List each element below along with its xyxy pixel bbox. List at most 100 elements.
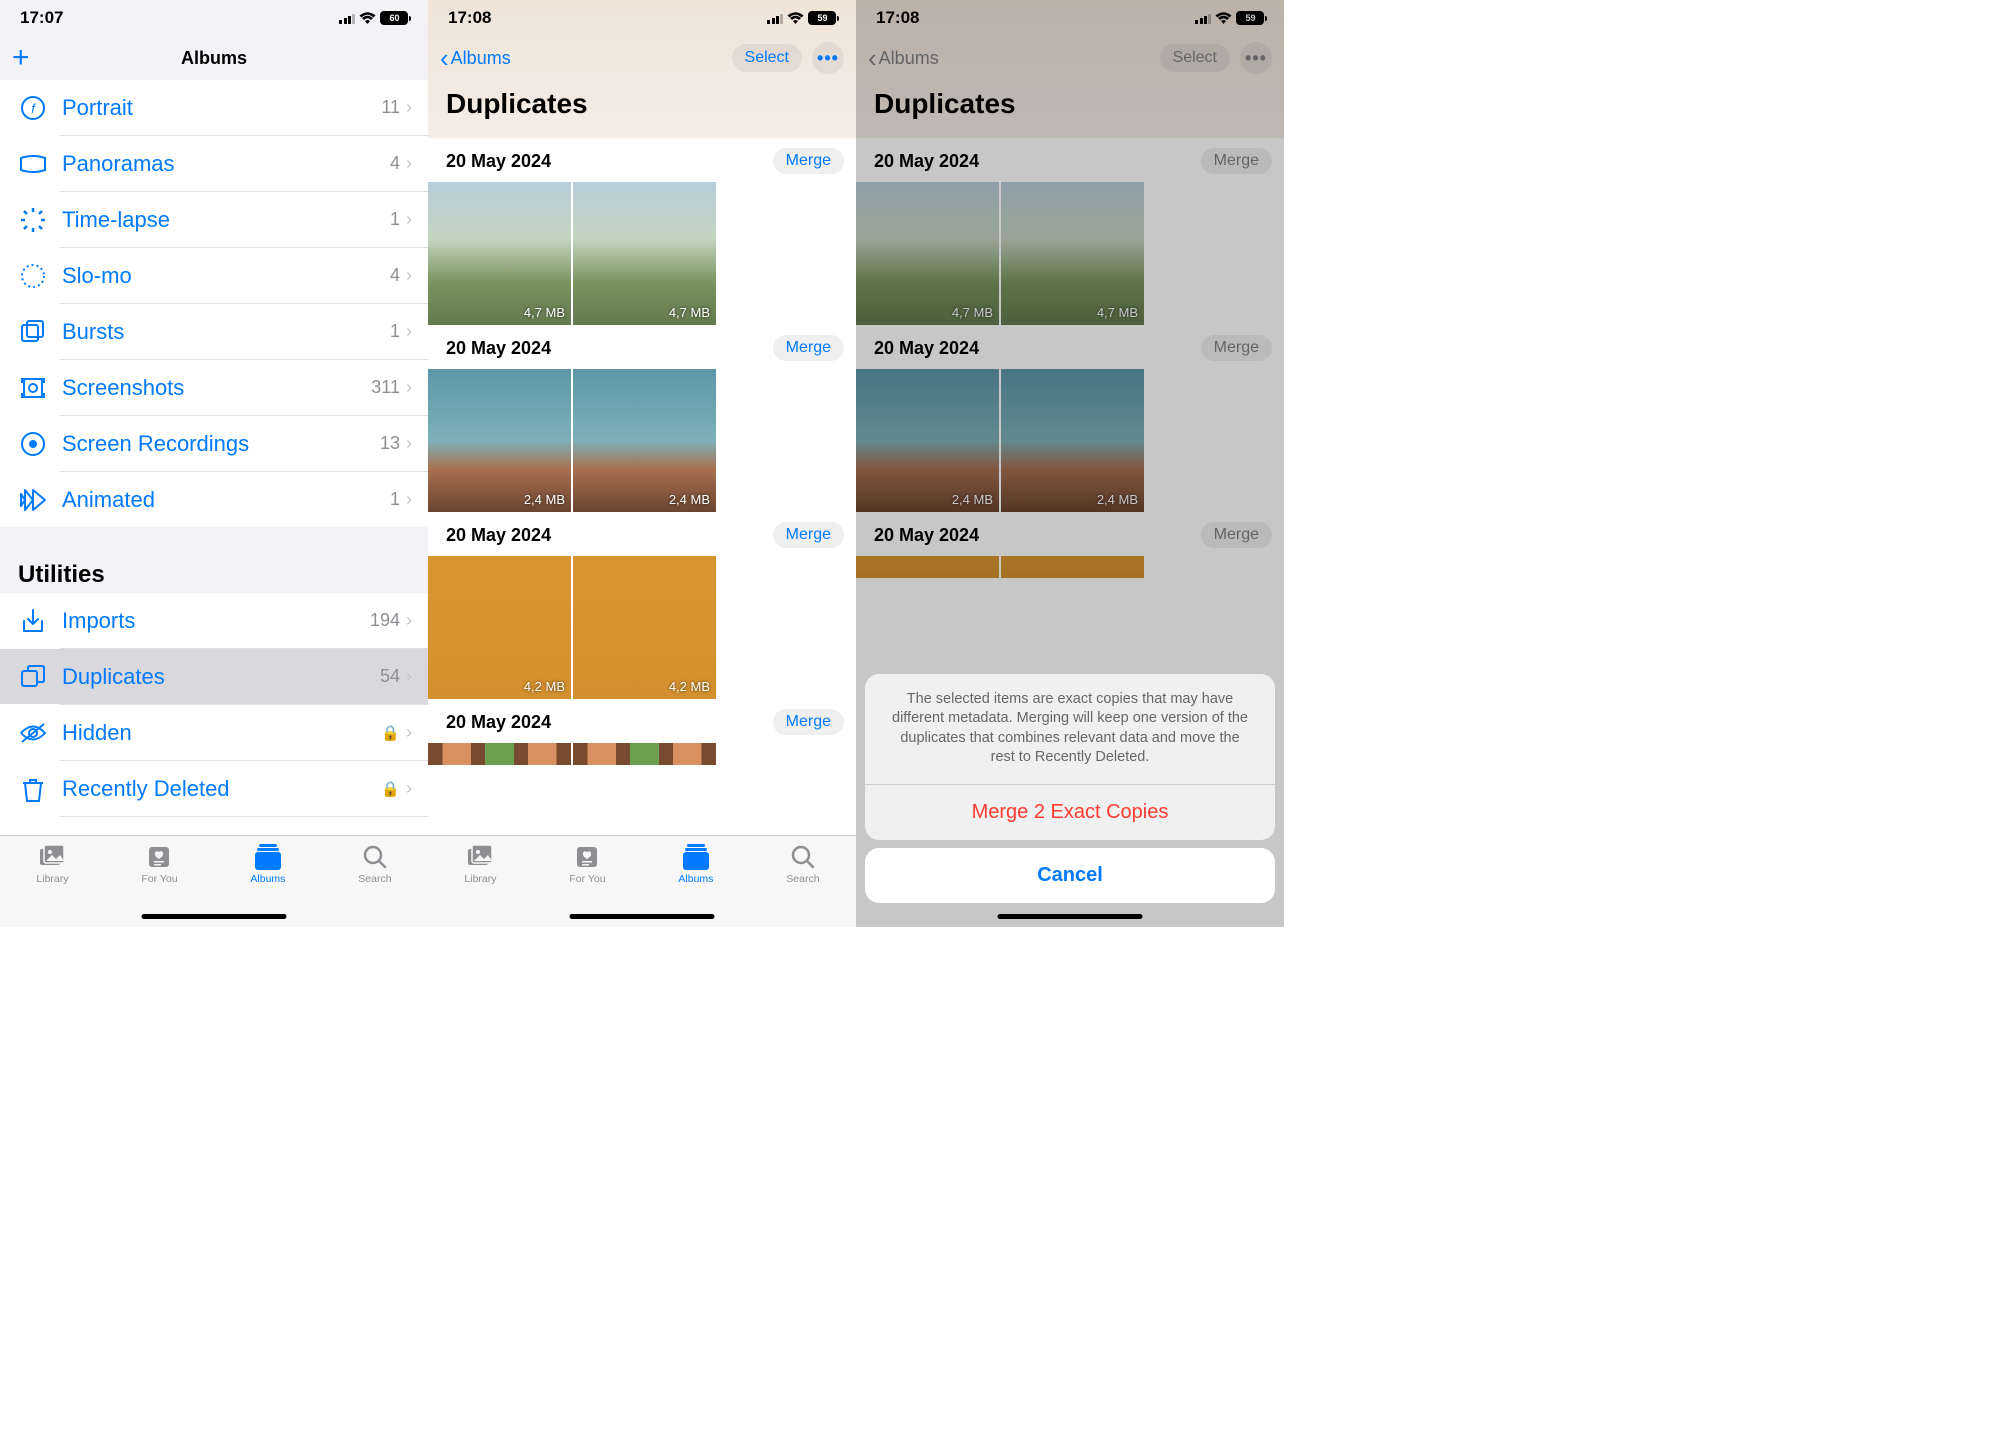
status-time: 17:07 (20, 8, 63, 28)
duplicate-groups[interactable]: 20 May 2024Merge4,7 MB4,7 MB20 May 2024M… (428, 138, 856, 835)
albums-icon (254, 844, 282, 870)
albums-list[interactable]: fPortrait11›Panoramas4›Time-lapse1›Slo-m… (0, 80, 428, 835)
tab-library[interactable]: Library (464, 844, 496, 927)
row-label: Slo-mo (62, 263, 390, 289)
album-row-animated[interactable]: Animated1› (0, 472, 428, 527)
chevron-right-icon: › (406, 209, 412, 230)
hidden-icon (18, 718, 48, 748)
duplicate-group: 20 May 2024 Merge 4,2 MB 4,2 MB (428, 512, 856, 699)
photo-thumbnail[interactable]: 4,2 MB (428, 556, 571, 699)
merge-button[interactable]: Merge (773, 522, 844, 548)
sheet-message: The selected items are exact copies that… (865, 674, 1275, 785)
duplicate-group: 20 May 2024Merge (428, 699, 856, 765)
row-label: Time-lapse (62, 207, 390, 233)
tab-bar: Library For You Albums Search (0, 835, 428, 927)
row-label: Imports (62, 608, 370, 634)
chevron-left-icon: ‹ (440, 45, 449, 71)
chevron-right-icon: › (406, 153, 412, 174)
screen-recordings-icon (18, 429, 48, 459)
merge-action-button[interactable]: Merge 2 Exact Copies (865, 785, 1275, 840)
cancel-button[interactable]: Cancel (865, 848, 1275, 903)
status-bar: 17:07 60 (0, 0, 428, 36)
duplicate-group: 20 May 2024 Merge 4,7 MB 4,7 MB (428, 138, 856, 325)
album-row-slo-mo[interactable]: Slo-mo4 › (0, 248, 428, 303)
home-indicator[interactable] (142, 914, 287, 919)
photo-thumbnail[interactable]: 2,4 MB (573, 369, 716, 512)
photo-thumbnail[interactable]: 4,7 MB (573, 182, 716, 325)
row-count: 1 (390, 209, 400, 230)
utility-row-imports[interactable]: Imports194 › (0, 593, 428, 648)
foryou-icon (573, 844, 601, 870)
screenshots-icon (18, 373, 48, 403)
photo-size: 4,7 MB (669, 305, 710, 320)
row-count: 194 (370, 610, 400, 631)
duplicates-icon (18, 662, 48, 692)
tab-search[interactable]: Search (786, 844, 819, 927)
group-date: 20 May 2024 (446, 525, 551, 546)
row-count: 1 (390, 489, 400, 510)
battery-icon: 60 (380, 11, 408, 25)
nav-bar: + Albums (0, 36, 428, 80)
lock-icon: 🔒 (381, 724, 400, 742)
panoramas-icon (18, 149, 48, 179)
utility-row-recently-deleted[interactable]: Recently Deleted🔒› (0, 761, 428, 816)
home-indicator[interactable] (570, 914, 715, 919)
cellular-icon (339, 13, 355, 24)
photo-size: 4,2 MB (669, 679, 710, 694)
more-button[interactable]: ••• (812, 42, 844, 74)
add-button[interactable]: + (12, 41, 30, 75)
photo-thumbnail[interactable]: 4,2 MB (573, 556, 716, 699)
row-label: Screen Recordings (62, 431, 380, 457)
merge-button[interactable]: Merge (773, 709, 844, 735)
chevron-right-icon: › (406, 722, 412, 743)
group-date: 20 May 2024 (446, 151, 551, 172)
chevron-right-icon: › (406, 265, 412, 286)
home-indicator[interactable] (998, 914, 1143, 919)
chevron-right-icon: › (406, 321, 412, 342)
album-row-panoramas[interactable]: Panoramas4› (0, 136, 428, 191)
page-title: Duplicates (428, 80, 856, 138)
album-row-bursts[interactable]: Bursts1› (0, 304, 428, 359)
row-count: 11 (381, 97, 400, 118)
row-count: 311 (371, 377, 400, 398)
row-label: Bursts (62, 319, 390, 345)
utility-row-duplicates[interactable]: Duplicates54› (0, 649, 428, 704)
row-count: 4 (390, 265, 400, 286)
wifi-icon (359, 12, 376, 25)
chevron-right-icon: › (406, 377, 412, 398)
library-icon (466, 844, 494, 870)
photo-thumbnail[interactable] (428, 743, 571, 765)
merge-button[interactable]: Merge (773, 148, 844, 174)
photo-thumbnail[interactable]: 2,4 MB (428, 369, 571, 512)
photo-thumbnail[interactable]: 4,7 MB (428, 182, 571, 325)
album-row-portrait[interactable]: fPortrait11› (0, 80, 428, 135)
tab-bar: Library For You Albums Search (428, 835, 856, 927)
back-button[interactable]: ‹Albums (440, 45, 511, 71)
utility-row-hidden[interactable]: Hidden🔒› (0, 705, 428, 760)
chevron-right-icon: › (406, 489, 412, 510)
nav-bar: ‹Albums Select ••• (428, 36, 856, 80)
imports-icon (18, 606, 48, 636)
album-row-screen-recordings[interactable]: Screen Recordings13› (0, 416, 428, 471)
albums-icon (682, 844, 710, 870)
status-indicators: 60 (339, 11, 408, 25)
tab-library[interactable]: Library (36, 844, 68, 927)
chevron-right-icon: › (406, 433, 412, 454)
tab-search[interactable]: Search (358, 844, 391, 927)
duplicates-screen: 17:08 59 ‹Albums Select ••• Duplicates 2… (428, 0, 856, 927)
animated-icon (18, 485, 48, 515)
merge-button[interactable]: Merge (773, 335, 844, 361)
battery-icon: 59 (808, 11, 836, 25)
album-row-time-lapse[interactable]: Time-lapse1 › (0, 192, 428, 247)
duplicate-group: 20 May 2024Merge2,4 MB2,4 MB (428, 325, 856, 512)
slo-mo-icon (18, 261, 48, 291)
search-icon (789, 844, 817, 870)
wifi-icon (787, 12, 804, 25)
chevron-right-icon: › (406, 610, 412, 631)
cellular-icon (767, 13, 783, 24)
svg-text:f: f (31, 101, 36, 116)
album-row-screenshots[interactable]: Screenshots311› (0, 360, 428, 415)
select-button[interactable]: Select (732, 44, 802, 72)
status-time: 17:08 (448, 8, 491, 28)
photo-thumbnail[interactable] (573, 743, 716, 765)
